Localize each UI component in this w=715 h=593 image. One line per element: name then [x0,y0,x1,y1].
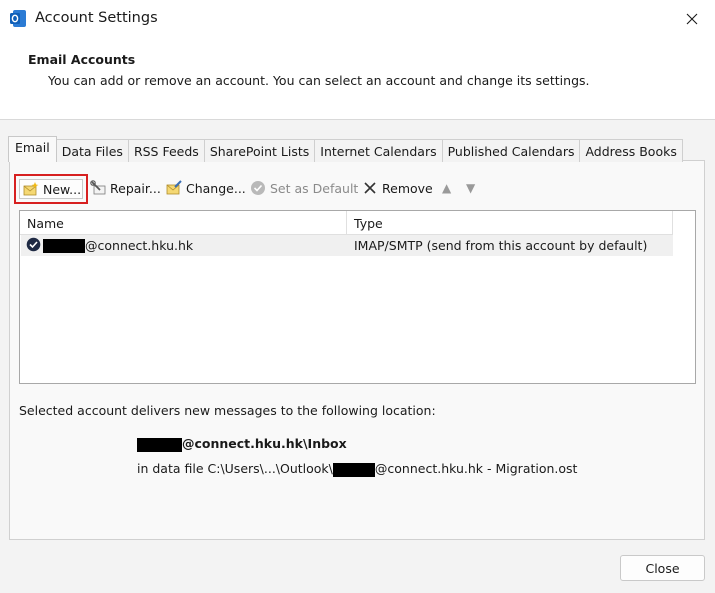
account-type: IMAP/SMTP (send from this account by def… [354,238,648,253]
close-button[interactable]: Close [620,555,705,581]
repair-button[interactable]: Repair... [90,176,161,200]
account-name: @connect.hku.hk [85,238,194,253]
column-header-type[interactable]: Type [347,211,673,235]
tab-sharepoint-lists[interactable]: SharePoint Lists [203,139,316,162]
new-button-highlight: New... [14,174,88,204]
repair-icon [90,180,106,196]
delivery-inbox: @connect.hku.hk\Inbox [137,436,347,452]
header-title: Email Accounts [28,52,136,67]
remove-icon [362,180,378,196]
change-button[interactable]: Change... [166,176,246,200]
dialog-header: Email Accounts You can add or remove an … [0,38,715,120]
change-icon [166,180,182,196]
tab-strip: Email Data Files RSS Feeds SharePoint Li… [8,136,683,162]
table-row[interactable]: @connect.hku.hk IMAP/SMTP (send from thi… [21,235,673,256]
outlook-icon [10,9,27,28]
move-up-icon: ▲ [442,181,452,195]
tab-internet-calendars[interactable]: Internet Calendars [314,139,443,162]
set-default-icon [250,180,266,196]
set-default-button[interactable]: Set as Default [250,176,358,200]
header-description: You can add or remove an account. You ca… [48,73,590,88]
new-button[interactable]: New... [19,179,83,199]
default-account-check-icon [26,237,41,252]
remove-button[interactable]: Remove [362,176,433,200]
set-default-button-label: Set as Default [270,180,359,196]
tab-address-books[interactable]: Address Books [579,139,683,162]
repair-button-label: Repair... [110,180,161,196]
move-down-button[interactable]: ▼ [466,176,475,200]
new-button-label: New... [43,181,82,197]
data-file-suffix: @connect.hku.hk - Migration.ost [374,461,578,476]
column-header-name[interactable]: Name [20,211,347,235]
change-button-label: Change... [186,180,246,196]
redacted-inbox-username [137,437,182,452]
delivery-data-file: in data file C:\Users\...\Outlook\ @conne… [137,461,577,477]
account-list[interactable]: Name Type @connect.hku.hk IMAP/SMTP (sen… [19,210,696,384]
redacted-username [43,239,85,253]
redacted-file-username [332,462,375,477]
tab-published-calendars[interactable]: Published Calendars [441,139,581,162]
move-up-button[interactable]: ▲ [442,176,451,200]
window-title: Account Settings [35,10,158,26]
tab-data-files[interactable]: Data Files [55,139,129,162]
delivery-location-label: Selected account delivers new messages t… [19,403,436,418]
delivery-inbox-path: @connect.hku.hk\Inbox [182,436,347,451]
move-down-icon: ▼ [466,181,476,195]
new-account-icon [23,181,39,197]
remove-button-label: Remove [382,180,433,196]
tab-email[interactable]: Email [8,136,57,162]
close-icon[interactable] [669,0,715,38]
tab-rss-feeds[interactable]: RSS Feeds [127,139,205,162]
title-bar: Account Settings [0,0,715,38]
data-file-prefix: in data file C:\Users\...\Outlook\ [137,461,333,476]
account-settings-dialog: Account Settings Email Accounts You can … [0,0,715,593]
